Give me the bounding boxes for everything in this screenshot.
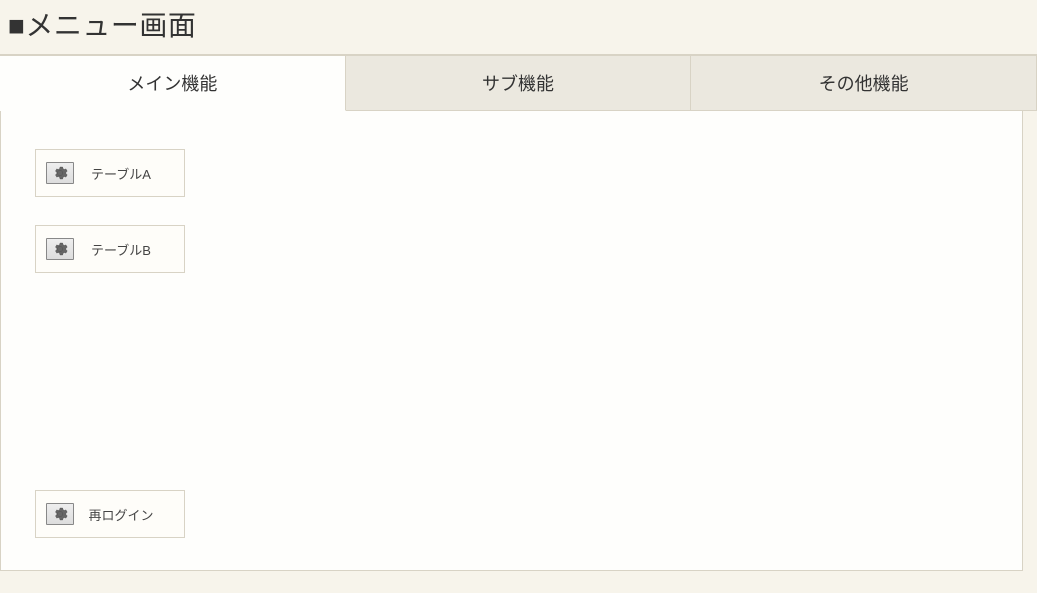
gear-icon <box>46 162 74 184</box>
tab-main[interactable]: メイン機能 <box>0 55 346 111</box>
table-b-button[interactable]: テーブルB <box>35 225 185 273</box>
tab-content: テーブルA テーブルB 再ログイン <box>0 111 1023 571</box>
gear-icon <box>46 503 74 525</box>
gear-icon <box>46 238 74 260</box>
tab-other-label: その他機能 <box>819 74 909 94</box>
tab-bar: メイン機能 サブ機能 その他機能 <box>0 55 1037 111</box>
tab-other[interactable]: その他機能 <box>691 55 1037 110</box>
table-a-button[interactable]: テーブルA <box>35 149 185 197</box>
relogin-button[interactable]: 再ログイン <box>35 490 185 538</box>
tab-main-label: メイン機能 <box>127 74 217 94</box>
tab-sub-label: サブ機能 <box>482 74 554 94</box>
table-a-label: テーブルA <box>74 164 174 183</box>
relogin-label: 再ログイン <box>74 505 174 524</box>
tab-sub[interactable]: サブ機能 <box>346 55 692 110</box>
table-b-label: テーブルB <box>74 240 174 259</box>
page-header: ■メニュー画面 <box>0 0 1037 55</box>
page-title: ■メニュー画面 <box>8 4 1029 44</box>
